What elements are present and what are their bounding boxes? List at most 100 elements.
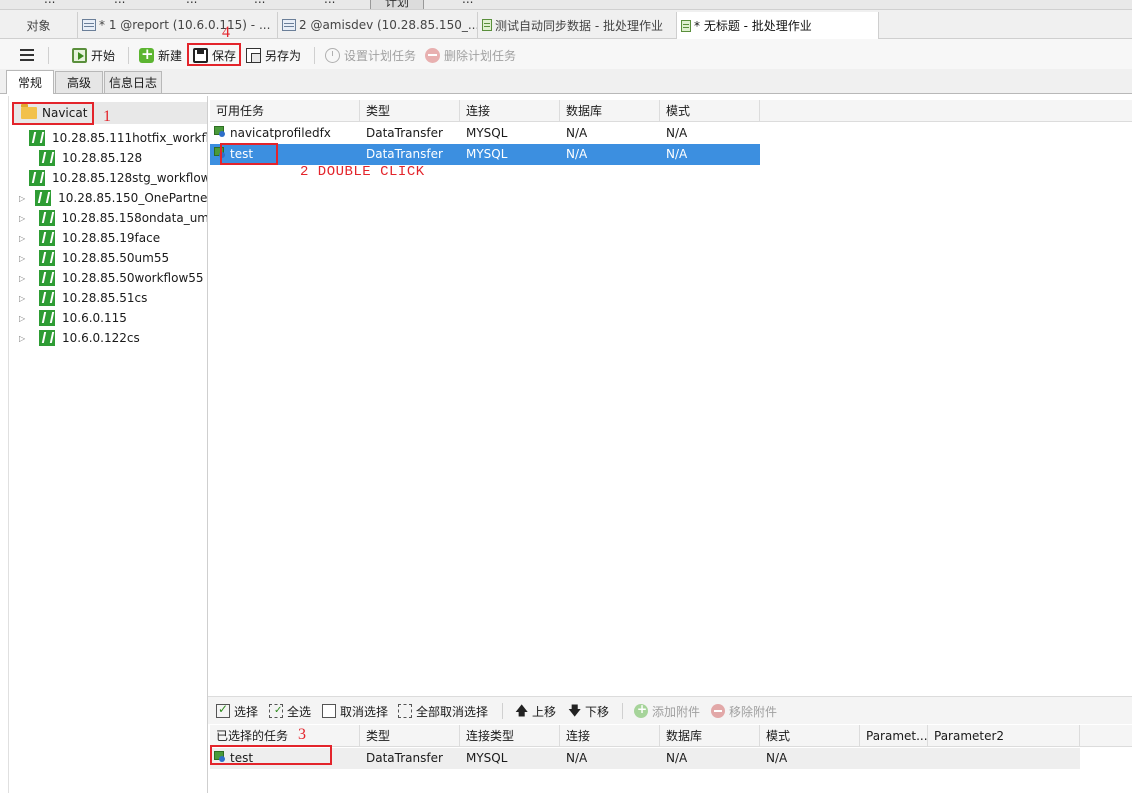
move-down-label: 下移 [585,704,610,719]
selected-tasks-grid: 已选择的任务 类型 连接类型 连接 数据库 模式 Paramet... Para… [210,725,1132,793]
tree-item-connection[interactable]: ▷ 10.28.85.50workflow55 [9,268,207,288]
column-header[interactable]: 类型 [360,725,460,747]
move-up-label: 上移 [532,704,557,719]
tab-message-log[interactable]: 信息日志 [104,71,162,93]
table-row[interactable]: navicatprofiledfx DataTransfer MYSQL N/A… [210,123,760,144]
column-header[interactable]: 连接类型 [460,725,560,747]
tree-item-connection[interactable]: 10.28.85.128 [9,148,207,168]
tree-item-label: 10.6.0.115 [62,311,127,325]
menu-item-schedule[interactable]: 计划 [370,0,425,9]
add-attachment-label: 添加附件 [652,704,701,719]
remove-attachment-button[interactable]: 移除附件 [711,702,777,720]
toolbar-divider [314,47,315,64]
table-icon [282,19,296,31]
select-button[interactable]: 选择 [216,702,258,720]
remove-icon [425,47,440,63]
column-header[interactable]: 数据库 [560,100,660,122]
column-header[interactable]: 可用任务 [210,100,360,122]
tree-item-label: 10.6.0.122cs [62,331,140,345]
column-header[interactable]: 数据库 [660,725,760,747]
data-transfer-icon [214,147,226,159]
expand-arrow-icon[interactable]: ▷ [19,234,29,243]
expand-arrow-icon[interactable]: ▷ [19,214,29,223]
expand-arrow-icon[interactable]: ▷ [19,194,25,203]
menu-toggle-button[interactable] [20,45,34,65]
start-button[interactable]: 开始 [72,45,115,65]
table-cell: N/A [566,751,588,765]
table-cell: MYSQL [466,751,508,765]
add-attachment-button[interactable]: 添加附件 [634,702,700,720]
set-schedule-button[interactable]: 设置计划任务 [325,45,416,65]
tab-objects[interactable]: 对象 [0,12,78,38]
tab-query-report[interactable]: * 1 @report (10.6.0.115) - ... [78,12,278,38]
task-name: test [230,147,254,161]
table-cell: MYSQL [466,147,508,161]
menu-item[interactable]: ... [114,0,125,6]
move-up-button[interactable]: 上移 [514,702,557,724]
column-header[interactable]: 模式 [760,725,860,747]
column-header[interactable]: Paramet... [860,725,928,747]
tree-item-connection[interactable]: ▷ 10.28.85.50um55 [9,248,207,268]
selected-tasks-toolbar: 选择 全选 取消选择 全部取消选择 上移 下移 添加附件 移除附件 [208,696,1132,724]
save-button[interactable]: 保存 [193,45,236,65]
column-header[interactable]: Parameter2 [928,725,1080,747]
tab-batch-job-sync[interactable]: 测试自动同步数据 - 批处理作业 [478,12,677,38]
tree-item-connection[interactable]: ▷ 10.28.85.150_OnePartner [9,188,207,208]
select-all-button[interactable]: 全选 [269,702,311,720]
column-header[interactable]: 连接 [560,725,660,747]
expand-arrow-icon[interactable]: ▷ [19,254,29,263]
deselect-button[interactable]: 取消选择 [322,702,388,720]
new-label: 新建 [158,48,183,63]
tree-item-connection[interactable]: 10.28.85.128stg_workflow [9,168,207,188]
save-as-icon [246,47,261,63]
save-as-button[interactable]: 另存为 [246,45,301,65]
tab-batch-job-untitled[interactable]: * 无标题 - 批处理作业 [677,12,879,39]
menu-item[interactable]: ... [44,0,55,6]
menu-item[interactable]: ... [254,0,265,6]
column-header[interactable]: 连接 [460,100,560,122]
tree-item-label: 10.28.85.158ondata_um [61,211,208,225]
deselect-label: 取消选择 [340,704,389,719]
deselect-all-button[interactable]: 全部取消选择 [398,702,488,720]
mysql-connection-icon [29,170,45,186]
mysql-connection-icon [39,290,55,306]
expand-arrow-icon[interactable]: ▷ [19,274,29,283]
tree-item-connection[interactable]: ▷ 10.28.85.19face [9,228,207,248]
deselect-all-label: 全部取消选择 [416,704,489,719]
task-name: test [230,751,254,765]
save-label: 保存 [212,48,237,63]
tree-item-label: 10.28.85.19face [62,231,161,245]
task-name-cell: navicatprofiledfx [210,123,360,144]
tree-item-connection[interactable]: ▷ 10.28.85.158ondata_um [9,208,208,228]
tab-label: * 无标题 - 批处理作业 [694,19,812,33]
delete-schedule-button[interactable]: 删除计划任务 [425,45,516,65]
table-row-selected[interactable]: test DataTransfer MYSQL N/A N/A [210,144,760,165]
expand-arrow-icon[interactable]: ▷ [19,334,29,343]
tree-item-connection[interactable]: ▷ 10.6.0.122cs [9,328,207,348]
tab-advanced[interactable]: 高级 [55,71,103,93]
batch-job-icon [482,19,492,31]
column-header[interactable]: 已选择的任务 [210,725,360,747]
table-cell: N/A [666,126,688,140]
tree-item-connection[interactable]: ▷ 10.28.85.51cs [9,288,207,308]
menu-item[interactable]: ... [324,0,335,6]
sub-tab-bar: 常规 高级 信息日志 [0,69,1132,94]
table-row[interactable]: test DataTransfer MYSQL N/A N/A N/A [210,748,1080,769]
task-name-cell: test [210,144,360,165]
expand-arrow-icon[interactable]: ▷ [19,294,29,303]
tree-item-connection[interactable]: 10.28.85.111hotfix_workflow [9,128,207,148]
expand-arrow-icon[interactable]: ▷ [19,314,29,323]
new-button[interactable]: 新建 [139,45,182,65]
mysql-connection-icon [39,150,55,166]
set-schedule-label: 设置计划任务 [344,48,417,63]
tree-item-label: 10.28.85.50workflow55 [62,271,204,285]
menu-item[interactable]: ... [186,0,197,6]
tab-query-amisdev[interactable]: 2 @amisdev (10.28.85.150_... [278,12,478,38]
tree-item-connection[interactable]: ▷ 10.6.0.115 [9,308,207,328]
column-header[interactable]: 类型 [360,100,460,122]
move-down-button[interactable]: 下移 [567,702,610,724]
toolbar-divider [502,703,503,719]
menu-item[interactable]: ... [462,0,473,6]
column-header[interactable]: 模式 [660,100,760,122]
tab-general[interactable]: 常规 [6,70,54,94]
